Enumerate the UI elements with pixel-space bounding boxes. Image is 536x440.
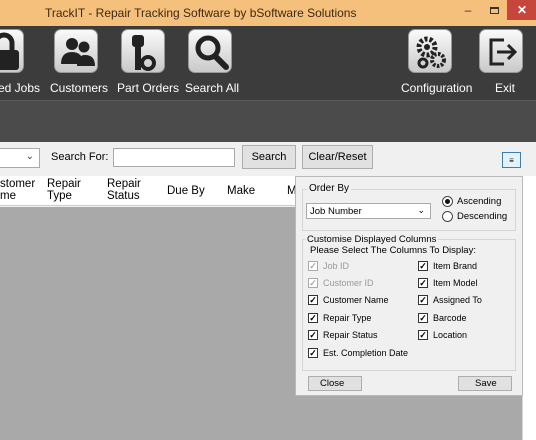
- checkbox-label: Repair Type: [323, 313, 372, 323]
- column-header-line: Repair: [107, 178, 141, 190]
- minimize-button[interactable]: –: [455, 0, 481, 20]
- key-icon: [121, 29, 165, 73]
- column-header-line: Repair: [47, 178, 81, 190]
- gears-icon: [408, 29, 452, 73]
- radio-dot: [442, 211, 453, 222]
- panel-close-button[interactable]: Close: [308, 376, 362, 391]
- check-icon: ✓: [418, 295, 428, 305]
- check-icon: ✓: [418, 330, 428, 340]
- grid-scrollbar[interactable]: [522, 176, 536, 440]
- column-header-repair-status[interactable]: Repair Status: [107, 178, 141, 202]
- radio-label: Descending: [457, 211, 508, 222]
- chevron-down-icon: ⌄: [25, 151, 34, 162]
- search-input[interactable]: [113, 148, 235, 167]
- toolbar-part-orders[interactable]: Part Orders: [116, 26, 180, 100]
- clear-reset-button[interactable]: Clear/Reset: [302, 145, 373, 169]
- column-header-line: Type: [47, 190, 72, 202]
- toolbar-subbar: [0, 100, 536, 142]
- toolbar-label: Configuration: [401, 81, 473, 95]
- column-header-make[interactable]: Make: [227, 185, 255, 197]
- checkbox-customer-id[interactable]: ✓ Customer ID: [308, 278, 374, 288]
- checkbox-item-model[interactable]: ✓ Item Model: [418, 278, 478, 288]
- lock-icon: [0, 29, 24, 73]
- maximize-button[interactable]: [481, 0, 507, 20]
- toolbar-configuration[interactable]: Configuration: [400, 26, 473, 100]
- column-header-line: stomer: [0, 178, 36, 190]
- toolbar-label: Part Orders: [117, 81, 180, 95]
- check-icon: ✓: [308, 313, 318, 323]
- column-header-repair-type[interactable]: Repair Type: [47, 178, 81, 202]
- column-options-panel: Order By Job Number ⌄ Ascending Descendi…: [295, 176, 523, 396]
- order-by-selected: Job Number: [310, 206, 362, 217]
- columns-legend: Customise Displayed Columns: [305, 234, 439, 245]
- checkbox-label: Customer ID: [323, 278, 374, 288]
- window-title: TrackIT - Repair Tracking Software by bS…: [45, 6, 357, 20]
- checkbox-label: Assigned To: [433, 295, 482, 305]
- title-bar: TrackIT - Repair Tracking Software by bS…: [0, 0, 536, 26]
- customers-icon: [54, 29, 98, 73]
- search-button[interactable]: Search: [242, 145, 296, 169]
- check-icon: ✓: [418, 278, 428, 288]
- toolbar-label: Exit: [495, 81, 516, 95]
- check-icon: ✓: [308, 348, 318, 358]
- checkbox-job-id[interactable]: ✓ Job ID: [308, 261, 349, 271]
- grid-header: stomer me Repair Type Repair Status Due By …: [0, 176, 297, 206]
- radio-dot: [442, 196, 453, 207]
- checkbox-label: Repair Status: [323, 330, 378, 340]
- columns-instruction: Please Select The Columns To Display:: [310, 245, 476, 256]
- checkbox-label: Item Model: [433, 278, 478, 288]
- search-for-label: Search For:: [51, 151, 109, 163]
- close-button[interactable]: ✕: [507, 0, 536, 20]
- check-icon: ✓: [308, 330, 318, 340]
- main-toolbar: ed Jobs Customers Part Orders Search All…: [0, 26, 536, 100]
- checkbox-label: Job ID: [323, 261, 350, 271]
- checkbox-assigned-to[interactable]: ✓ Assigned To: [418, 295, 482, 305]
- order-by-legend: Order By: [307, 183, 352, 194]
- checkbox-repair-status[interactable]: ✓ Repair Status: [308, 330, 378, 340]
- checkbox-label: Customer Name: [323, 295, 389, 305]
- toolbar-exit[interactable]: Exit: [476, 26, 532, 100]
- panel-save-button[interactable]: Save: [458, 376, 512, 391]
- check-icon: ✓: [308, 295, 318, 305]
- checkbox-location[interactable]: ✓ Location: [418, 330, 467, 340]
- toolbar-locked-jobs[interactable]: ed Jobs: [0, 26, 46, 100]
- exit-icon: [479, 29, 523, 73]
- checkbox-label: Item Brand: [433, 261, 478, 271]
- maximize-icon: [489, 6, 499, 14]
- chevron-down-icon: ⌄: [417, 205, 425, 215]
- checkbox-item-brand[interactable]: ✓ Item Brand: [418, 261, 477, 271]
- check-icon: ✓: [418, 261, 428, 271]
- column-header-line: Status: [107, 190, 140, 202]
- checkbox-customer-name[interactable]: ✓ Customer Name: [308, 295, 389, 305]
- radio-label: Ascending: [457, 196, 502, 207]
- search-icon: [188, 29, 232, 73]
- search-field-dropdown[interactable]: ⌄: [0, 148, 40, 168]
- checkbox-est-completion-date[interactable]: ✓ Est. Completion Date: [308, 348, 408, 358]
- check-icon: ✓: [418, 313, 428, 323]
- toolbar-customers[interactable]: Customers: [49, 26, 109, 100]
- column-options-button[interactable]: ≡: [502, 152, 521, 168]
- checkbox-label: Est. Completion Date: [323, 348, 409, 358]
- check-icon: ✓: [308, 278, 318, 288]
- checkbox-barcode[interactable]: ✓ Barcode: [418, 313, 467, 323]
- toolbar-label: ed Jobs: [0, 81, 41, 95]
- ascending-radio[interactable]: Ascending: [442, 196, 501, 207]
- checkbox-label: Barcode: [433, 313, 467, 323]
- column-header-due-by[interactable]: Due By: [167, 185, 205, 197]
- toolbar-label: Search All: [185, 81, 240, 95]
- checkbox-label: Location: [433, 330, 468, 340]
- order-by-select[interactable]: Job Number ⌄: [306, 203, 431, 219]
- check-icon: ✓: [308, 261, 318, 271]
- toolbar-label: Customers: [50, 81, 109, 95]
- descending-radio[interactable]: Descending: [442, 211, 507, 222]
- column-header-line: me: [0, 190, 16, 202]
- column-header-customer-name[interactable]: stomer me: [0, 178, 35, 202]
- toolbar-search-all[interactable]: Search All: [184, 26, 239, 100]
- checkbox-repair-type[interactable]: ✓ Repair Type: [308, 313, 371, 323]
